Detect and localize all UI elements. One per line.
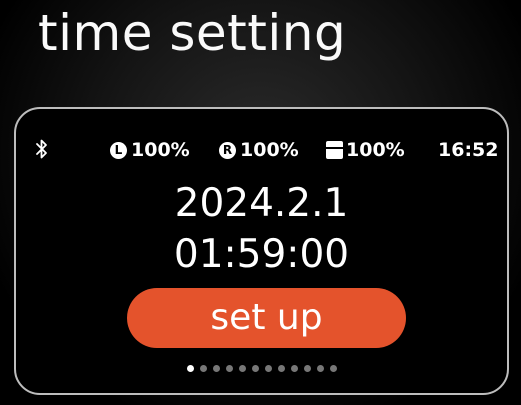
status-clock: 16:52 [438, 139, 499, 161]
page-dot [238, 365, 246, 372]
page-dot [316, 365, 324, 372]
right-battery-value: 100% [240, 139, 299, 161]
set-up-button[interactable]: set up [127, 288, 406, 348]
right-earbud-icon: R [219, 141, 236, 159]
page-dot [303, 365, 311, 372]
device-screen-panel: L 100% R 100% 100% 16:52 2024.2.1 01:59:… [14, 107, 509, 395]
page-dot [251, 365, 259, 372]
time-value: 01:59:00 [173, 232, 350, 277]
charging-case-icon [326, 141, 343, 159]
page-dot [199, 365, 207, 372]
page-dot [186, 365, 194, 372]
page-dot [225, 365, 233, 372]
date-value: 2024.2.1 [174, 181, 349, 226]
status-bar: L 100% R 100% 100% 16:52 [16, 137, 507, 163]
page-dot [264, 365, 272, 372]
page-dot [290, 365, 298, 372]
right-earbud-battery: R 100% [219, 137, 299, 163]
page-title: time setting [38, 4, 347, 62]
page-dot [329, 365, 337, 372]
case-battery: 100% [326, 137, 405, 163]
case-battery-value: 100% [346, 139, 405, 161]
left-earbud-icon: L [110, 141, 127, 159]
left-earbud-battery: L 100% [110, 137, 190, 163]
page-indicator [16, 365, 507, 377]
page-dot [212, 365, 220, 372]
left-battery-value: 100% [131, 139, 190, 161]
page-dot [277, 365, 285, 372]
bluetooth-icon [34, 138, 50, 160]
